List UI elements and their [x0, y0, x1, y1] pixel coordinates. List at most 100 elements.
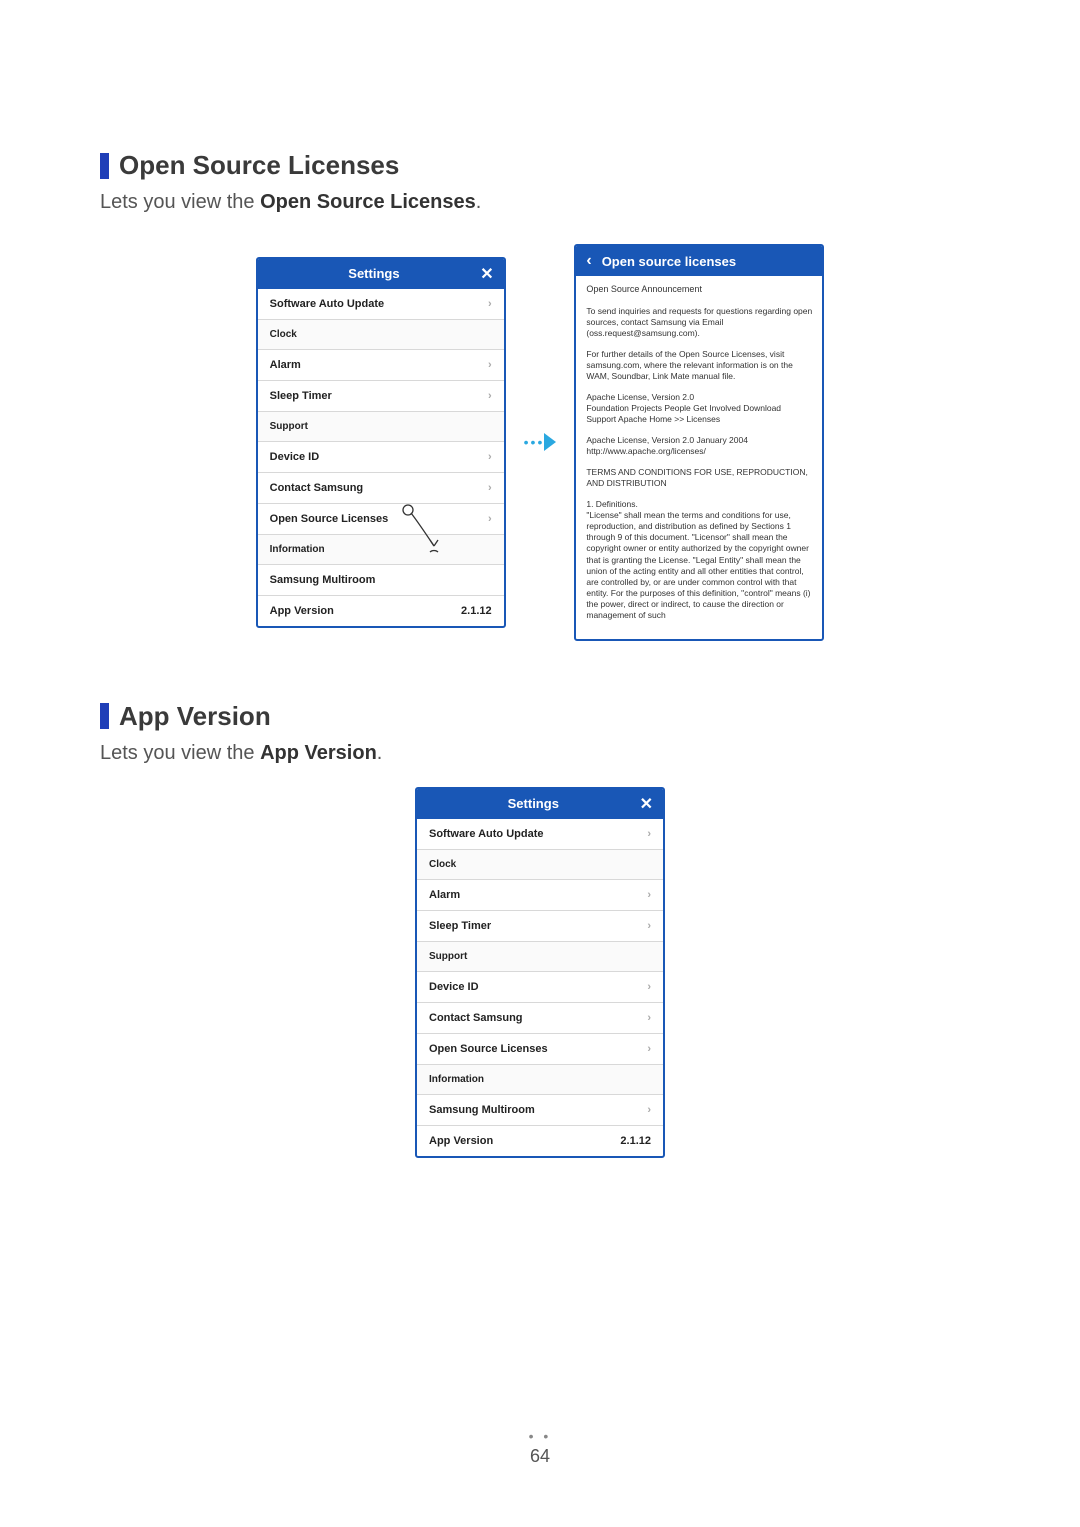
- section-description: Lets you view the Open Source Licenses.: [100, 191, 980, 214]
- item-contact-samsung[interactable]: Contact Samsung ›: [258, 473, 504, 504]
- osl-paragraph: TERMS AND CONDITIONS FOR USE, REPRODUCTI…: [586, 467, 812, 489]
- category-support: Support: [258, 412, 504, 442]
- chevron-right-icon: ›: [488, 482, 492, 494]
- section-heading: Open Source Licenses: [100, 150, 980, 181]
- open-source-licenses-panel: ‹ Open source licenses Open Source Annou…: [574, 244, 824, 641]
- chevron-right-icon: ›: [488, 359, 492, 371]
- category-label: Clock: [429, 859, 456, 870]
- chevron-right-icon: ›: [647, 981, 651, 993]
- item-label: Device ID: [270, 451, 320, 463]
- item-label: App Version: [270, 605, 334, 617]
- item-label: Alarm: [270, 359, 301, 371]
- arrow-right-icon: [544, 433, 556, 451]
- item-label: Open Source Licenses: [270, 513, 389, 525]
- section-title: Open Source Licenses: [119, 150, 399, 181]
- settings-header: Settings ✕: [258, 259, 504, 289]
- figure-row-1: Settings ✕ Software Auto Update › Clock …: [100, 244, 980, 641]
- item-label: Alarm: [429, 889, 460, 901]
- figure-row-2: Settings ✕ Software Auto Update › Clock …: [100, 787, 980, 1158]
- category-clock: Clock: [417, 850, 663, 880]
- osl-paragraph: Apache License, Version 2.0 January 2004…: [586, 435, 812, 457]
- category-information: Information: [417, 1065, 663, 1095]
- settings-panel: Settings ✕ Software Auto Update › Clock …: [256, 257, 506, 628]
- page-number: 64: [530, 1446, 550, 1466]
- heading-bar-icon: [100, 703, 109, 729]
- chevron-right-icon: ›: [488, 298, 492, 310]
- chevron-right-icon: ›: [647, 1012, 651, 1024]
- item-samsung-multiroom[interactable]: Samsung Multiroom: [258, 565, 504, 596]
- footer-dots-icon: • •: [0, 1428, 1080, 1444]
- item-app-version: App Version 2.1.12: [258, 596, 504, 626]
- section-open-source-licenses: Open Source Licenses Lets you view the O…: [100, 150, 980, 641]
- category-label: Support: [270, 421, 308, 432]
- item-label: Device ID: [429, 981, 479, 993]
- item-label: Open Source Licenses: [429, 1043, 548, 1055]
- item-device-id[interactable]: Device ID ›: [417, 972, 663, 1003]
- item-alarm[interactable]: Alarm ›: [417, 880, 663, 911]
- osl-paragraph: Apache License, Version 2.0 Foundation P…: [586, 392, 812, 425]
- desc-bold: Open Source Licenses: [260, 191, 476, 213]
- chevron-right-icon: ›: [647, 889, 651, 901]
- close-icon[interactable]: ✕: [480, 264, 493, 284]
- chevron-right-icon: ›: [488, 513, 492, 525]
- osl-header: ‹ Open source licenses: [576, 246, 822, 276]
- close-icon[interactable]: ✕: [640, 794, 653, 814]
- item-open-source-licenses[interactable]: Open Source Licenses ›: [258, 504, 504, 535]
- page: Open Source Licenses Lets you view the O…: [0, 0, 1080, 1527]
- section-description: Lets you view the App Version.: [100, 742, 980, 765]
- category-label: Support: [429, 951, 467, 962]
- desc-suffix: .: [476, 191, 482, 213]
- desc-bold: App Version: [260, 742, 377, 764]
- item-sleep-timer[interactable]: Sleep Timer ›: [258, 381, 504, 412]
- app-version-value: 2.1.12: [461, 605, 492, 617]
- item-software-auto-update[interactable]: Software Auto Update ›: [417, 819, 663, 850]
- osl-paragraph: For further details of the Open Source L…: [586, 349, 812, 382]
- chevron-right-icon: ›: [647, 920, 651, 932]
- osl-header-title: Open source licenses: [602, 254, 736, 269]
- settings-header-title: Settings: [268, 266, 481, 281]
- desc-suffix: .: [377, 742, 383, 764]
- chevron-right-icon: ›: [647, 1043, 651, 1055]
- category-label: Clock: [270, 329, 297, 340]
- item-label: Sleep Timer: [429, 920, 491, 932]
- dots-icon: •••: [524, 434, 545, 450]
- item-samsung-multiroom[interactable]: Samsung Multiroom ›: [417, 1095, 663, 1126]
- settings-panel-2: Settings ✕ Software Auto Update › Clock …: [415, 787, 665, 1158]
- item-sleep-timer[interactable]: Sleep Timer ›: [417, 911, 663, 942]
- item-label: Software Auto Update: [429, 828, 544, 840]
- item-open-source-licenses[interactable]: Open Source Licenses ›: [417, 1034, 663, 1065]
- item-alarm[interactable]: Alarm ›: [258, 350, 504, 381]
- item-device-id[interactable]: Device ID ›: [258, 442, 504, 473]
- item-label: Samsung Multiroom: [270, 574, 376, 586]
- settings-header-title: Settings: [427, 796, 640, 811]
- item-software-auto-update[interactable]: Software Auto Update ›: [258, 289, 504, 320]
- desc-prefix: Lets you view the: [100, 742, 260, 764]
- back-icon[interactable]: ‹: [586, 252, 591, 270]
- category-clock: Clock: [258, 320, 504, 350]
- section-app-version: App Version Lets you view the App Versio…: [100, 701, 980, 1158]
- heading-bar-icon: [100, 153, 109, 179]
- section-heading: App Version: [100, 701, 980, 732]
- item-contact-samsung[interactable]: Contact Samsung ›: [417, 1003, 663, 1034]
- osl-paragraph: To send inquiries and requests for quest…: [586, 306, 812, 339]
- section-title: App Version: [119, 701, 271, 732]
- page-footer: • • 64: [0, 1428, 1080, 1467]
- app-version-value: 2.1.12: [620, 1135, 651, 1147]
- settings-header: Settings ✕: [417, 789, 663, 819]
- chevron-right-icon: ›: [647, 1104, 651, 1116]
- item-app-version: App Version 2.1.12: [417, 1126, 663, 1156]
- item-label: App Version: [429, 1135, 493, 1147]
- osl-body: Open Source Announcement To send inquiri…: [576, 276, 822, 639]
- item-label: Samsung Multiroom: [429, 1104, 535, 1116]
- transition-arrow-icon: •••: [524, 433, 557, 451]
- category-label: Information: [429, 1074, 484, 1085]
- category-information: Information: [258, 535, 504, 565]
- category-label: Information: [270, 544, 325, 555]
- item-label: Contact Samsung: [429, 1012, 523, 1024]
- item-label: Software Auto Update: [270, 298, 385, 310]
- desc-prefix: Lets you view the: [100, 191, 260, 213]
- item-label: Contact Samsung: [270, 482, 364, 494]
- item-label: Sleep Timer: [270, 390, 332, 402]
- chevron-right-icon: ›: [647, 828, 651, 840]
- osl-announcement: Open Source Announcement: [586, 284, 812, 296]
